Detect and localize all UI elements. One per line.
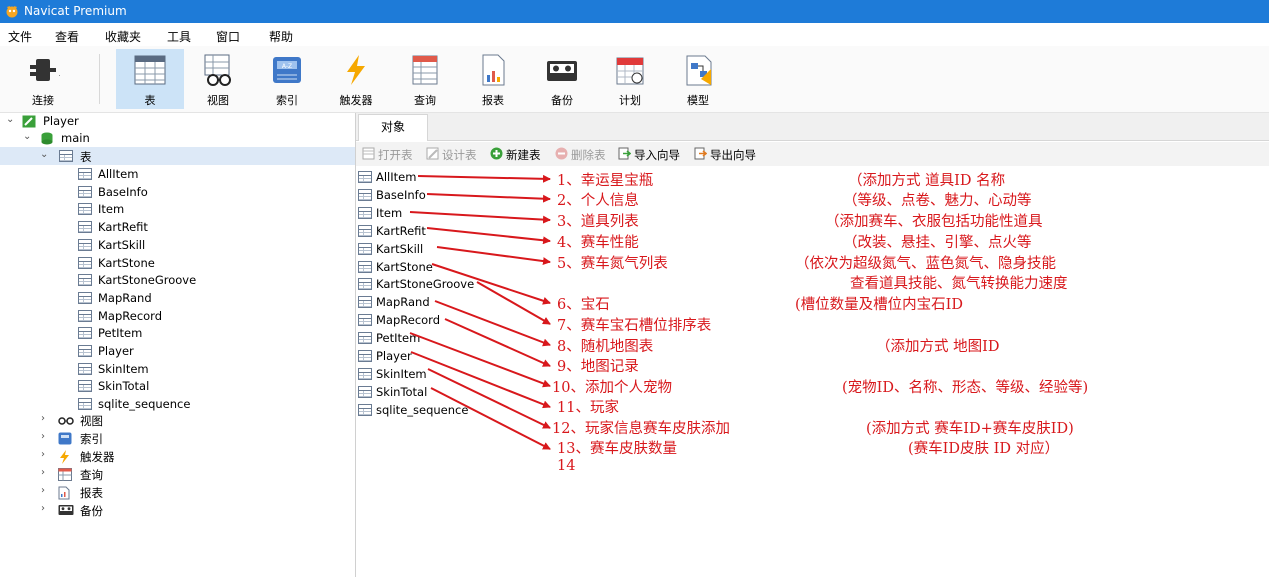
annotation-label: 8、随机地图表 bbox=[557, 339, 654, 355]
annotation-label: 13、赛车皮肤数量 bbox=[557, 441, 677, 457]
annotation-arrow bbox=[426, 227, 551, 245]
annotation-arrow bbox=[431, 263, 551, 305]
annotation-note: （依次为超级氮气、蓝色氮气、隐身技能 bbox=[795, 256, 1056, 272]
annotation-arrow bbox=[476, 281, 551, 325]
annotation-arrow bbox=[427, 368, 551, 429]
annotation-note: (槽位数量及槽位内宝石ID bbox=[795, 297, 964, 313]
annotation-label: 10、添加个人宠物 bbox=[552, 380, 672, 396]
annotation-arrow bbox=[417, 174, 551, 183]
annotation-label: 3、道具列表 bbox=[557, 214, 639, 230]
annotation-note: (宠物ID、名称、形态、等级、经验等) bbox=[842, 380, 1089, 396]
annotation-label: 14 bbox=[557, 458, 576, 474]
annotation-label: 9、地图记录 bbox=[557, 359, 639, 375]
annotation-label: 7、赛车宝石槽位排序表 bbox=[557, 318, 712, 334]
annotation-label: 11、玩家 bbox=[557, 400, 619, 416]
annotation-label: 2、个人信息 bbox=[557, 193, 639, 209]
annotation-label: 4、赛车性能 bbox=[557, 235, 639, 251]
annotation-note: （等级、点卷、魅力、心动等 bbox=[843, 193, 1032, 209]
annotation-arrow bbox=[426, 193, 551, 203]
annotation-label: 12、玩家信息赛车皮肤添加 bbox=[552, 421, 730, 437]
annotation-note: （改装、悬挂、引擎、点火等 bbox=[843, 235, 1032, 251]
annotation-note: （添加方式 道具ID 名称 bbox=[848, 173, 1006, 189]
annotation-arrow bbox=[409, 211, 551, 224]
annotation-note: （添加赛车、衣服包括功能性道具 bbox=[825, 214, 1043, 230]
annotation-note: （添加方式 地图ID bbox=[876, 339, 1000, 355]
annotation-arrows bbox=[409, 174, 551, 450]
annotation-label: 1、幸运星宝瓶 bbox=[557, 173, 654, 189]
annotation-note: (添加方式 赛车ID+赛车皮肤ID) bbox=[866, 421, 1074, 437]
annotation-note: 查看道具技能、氮气转换能力速度 bbox=[850, 276, 1068, 292]
annotation-note: (赛车ID皮肤 ID 对应） bbox=[908, 441, 1060, 457]
annotation-label: 6、宝石 bbox=[557, 297, 610, 313]
annotation-arrow bbox=[444, 318, 551, 367]
annotation-label: 5、赛车氮气列表 bbox=[557, 256, 668, 272]
annotation-arrow bbox=[436, 246, 551, 266]
